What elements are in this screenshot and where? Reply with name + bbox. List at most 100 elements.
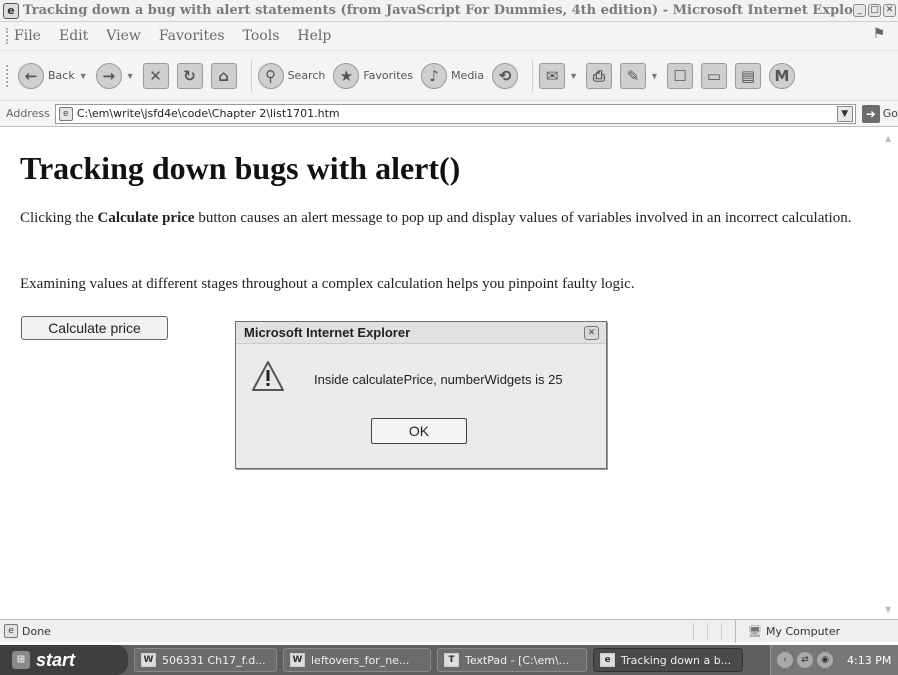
network-icon[interactable]: ⇄ — [797, 652, 813, 668]
computer-icon: 🖥 — [748, 624, 762, 638]
clock[interactable]: 4:13 PM — [847, 654, 891, 667]
address-label: Address — [6, 107, 50, 120]
refresh-button[interactable]: ↻ — [176, 62, 203, 89]
research-icon: ▤ — [734, 62, 761, 89]
scroll-up-arrow-icon[interactable]: ▲ — [885, 134, 894, 143]
task-label: 506331 Ch17_f.d... — [162, 653, 266, 667]
ok-button[interactable]: OK — [371, 418, 467, 444]
taskbar-item-word-doc-2[interactable]: W leftovers_for_ne... — [283, 648, 431, 672]
maximize-button[interactable]: □ — [868, 4, 881, 17]
toolbar-separator — [532, 60, 534, 91]
forward-arrow-icon: → — [95, 62, 122, 89]
forward-button[interactable]: → ▼ — [95, 62, 135, 89]
warning-icon — [252, 361, 284, 391]
page-paragraph-1: Clicking the Calculate price button caus… — [20, 208, 880, 228]
discuss-button[interactable]: ☐ — [666, 62, 693, 89]
print-button[interactable]: ⎙ — [586, 62, 613, 89]
close-window-button[interactable]: ✕ — [883, 4, 896, 17]
page-paragraph-2: Examining values at different stages thr… — [20, 276, 635, 292]
address-dropdown-icon[interactable]: ▼ — [836, 105, 853, 122]
window-title: Tracking down a bug with alert statement… — [23, 3, 853, 18]
favorites-label: Favorites — [363, 69, 414, 82]
ie-page-icon: e — [58, 106, 73, 121]
status-panel — [721, 622, 735, 640]
dialog-message: Inside calculatePrice, numberWidgets is … — [314, 372, 563, 387]
standard-toolbar: ← Back ▼ → ▼ ✕ ↻ ⌂ ⚲ Search ★ Favorites … — [0, 50, 898, 100]
go-label: Go — [882, 107, 898, 120]
chevron-down-icon: ▼ — [78, 70, 88, 81]
media-icon: ♪ — [421, 62, 448, 89]
home-button[interactable]: ⌂ — [210, 62, 237, 89]
minimize-button[interactable]: _ — [853, 4, 866, 17]
discuss-icon: ☐ — [666, 62, 693, 89]
stop-icon: ✕ — [142, 62, 169, 89]
dialog-title: Microsoft Internet Explorer — [244, 325, 411, 340]
calculate-price-button[interactable]: Calculate price — [21, 316, 168, 340]
media-label: Media — [451, 69, 485, 82]
taskbar: ⊞ start W 506331 Ch17_f.d... W leftovers… — [0, 645, 898, 675]
mail-button[interactable]: ✉ ▼ — [539, 62, 579, 89]
start-button[interactable]: ⊞ start — [0, 645, 128, 675]
messenger-button[interactable]: ▭ — [700, 62, 727, 89]
media-button[interactable]: ♪ Media — [421, 62, 485, 89]
task-label: TextPad - [C:\em\... — [465, 653, 570, 667]
history-icon: ⟲ — [492, 62, 519, 89]
status-panel — [693, 622, 707, 640]
extension-icon: M — [768, 62, 795, 89]
word-doc-icon: W — [141, 653, 156, 667]
menu-help[interactable]: Help — [297, 28, 331, 44]
history-button[interactable]: ⟲ — [492, 62, 519, 89]
dialog-close-button[interactable]: ✕ — [584, 325, 599, 340]
task-label: Tracking down a b... — [621, 653, 732, 667]
window-controls: _ □ ✕ — [853, 4, 896, 17]
address-bar: Address e ▼ ➜ Go — [0, 100, 898, 127]
alert-dialog: Microsoft Internet Explorer ✕ Inside cal… — [235, 321, 607, 469]
p1-bold-text: Calculate price — [97, 210, 195, 226]
address-input[interactable] — [76, 107, 837, 120]
taskbar-item-ie[interactable]: e Tracking down a b... — [593, 648, 743, 672]
p1-text-before: Clicking the — [20, 210, 98, 226]
search-button[interactable]: ⚲ Search — [257, 62, 325, 89]
menu-tools[interactable]: Tools — [243, 28, 280, 44]
edit-button[interactable]: ✎ ▼ — [620, 62, 659, 89]
toolbar-separator — [250, 60, 252, 91]
go-arrow-icon: ➜ — [861, 104, 880, 123]
status-panel — [707, 622, 721, 640]
menubar-grip[interactable] — [6, 28, 9, 44]
system-tray: ‹ ⇄ ◉ 4:13 PM — [770, 645, 898, 675]
chevron-down-icon: ▼ — [569, 70, 579, 81]
scroll-down-arrow-icon[interactable]: ▼ — [885, 605, 894, 614]
toolbar-grip[interactable] — [6, 65, 9, 87]
star-icon: ★ — [333, 62, 360, 89]
windows-logo-icon: ⚑ — [872, 26, 886, 42]
messenger-icon: ▭ — [700, 62, 727, 89]
menu-edit[interactable]: Edit — [59, 28, 88, 44]
chevron-down-icon: ▼ — [125, 70, 135, 81]
menu-view[interactable]: View — [106, 28, 141, 44]
status-text: Done — [22, 624, 51, 638]
print-icon: ⎙ — [586, 62, 613, 89]
go-button[interactable]: ➜ Go — [861, 104, 898, 123]
taskbar-item-word-doc[interactable]: W 506331 Ch17_f.d... — [134, 648, 277, 672]
menu-favorites[interactable]: Favorites — [159, 28, 225, 44]
volume-icon[interactable]: ◉ — [817, 652, 833, 668]
menu-file[interactable]: File — [14, 28, 41, 44]
favorites-button[interactable]: ★ Favorites — [333, 62, 414, 89]
search-icon: ⚲ — [257, 62, 284, 89]
taskbar-item-textpad[interactable]: T TextPad - [C:\em\... — [437, 648, 587, 672]
status-bar: e Done 🖥 My Computer — [0, 619, 898, 643]
research-button[interactable]: ▤ — [734, 62, 761, 89]
ie-page-icon: e — [3, 2, 19, 19]
textpad-icon: T — [444, 653, 459, 667]
back-arrow-icon: ← — [18, 62, 44, 89]
stop-button[interactable]: ✕ — [142, 62, 169, 89]
address-field[interactable]: e ▼ — [54, 103, 856, 124]
p1-text-after: button causes an alert message to pop up… — [194, 210, 852, 226]
extension-button[interactable]: M — [768, 62, 795, 89]
refresh-icon: ↻ — [176, 62, 203, 89]
back-label: Back — [48, 69, 75, 82]
page-content: Tracking down bugs with alert() Clicking… — [0, 128, 898, 616]
tray-expand-icon[interactable]: ‹ — [777, 652, 793, 668]
back-button[interactable]: ← Back ▼ — [18, 62, 88, 89]
edit-icon: ✎ — [620, 62, 647, 89]
